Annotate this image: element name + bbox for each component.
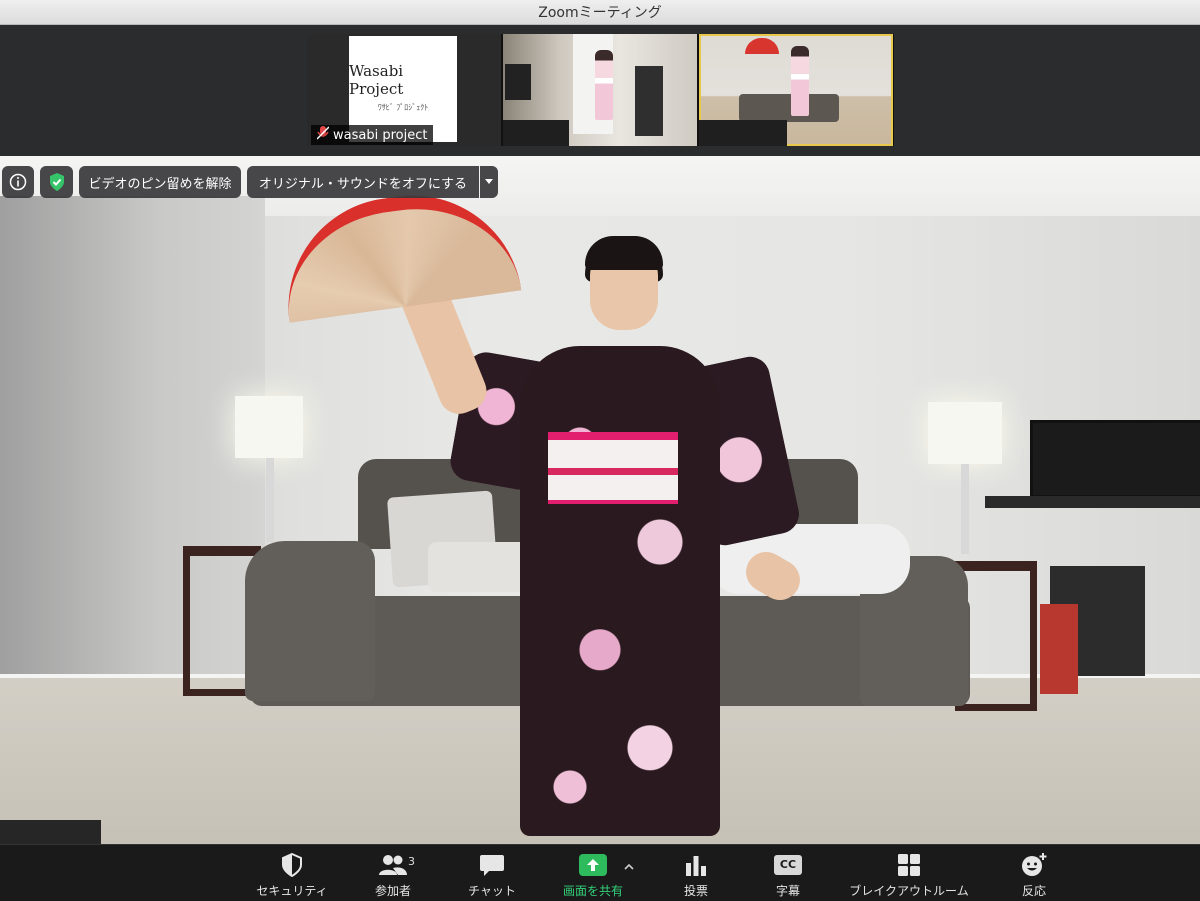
unpin-video-button[interactable]: ビデオのピン留めを解除 xyxy=(79,166,241,198)
shelf-shape xyxy=(635,66,663,136)
security-button[interactable]: セキュリティ xyxy=(252,851,332,899)
participant-thumbnail-wasabi[interactable]: Wasabi Project ﾜｻﾋﾞ ﾌﾟﾛｼﾞｪｸﾄ wasabi proj… xyxy=(307,34,501,146)
shield-icon xyxy=(281,851,303,878)
polls-button[interactable]: 投票 xyxy=(676,851,716,899)
participant-name: wasabi project xyxy=(333,127,428,143)
info-icon xyxy=(9,173,27,191)
participants-icon: 3 xyxy=(378,851,415,878)
bar-chart-icon xyxy=(684,851,708,878)
mic-muted-icon xyxy=(316,126,330,144)
emoji-add-icon xyxy=(1020,851,1048,878)
share-screen-icon xyxy=(579,853,607,876)
participants-count: 3 xyxy=(408,855,415,868)
lamp-right xyxy=(928,402,1002,464)
thumbnail-row: Wasabi Project ﾜｻﾋﾞ ﾌﾟﾛｼﾞｪｸﾄ wasabi proj… xyxy=(307,34,894,146)
cabinet-shape xyxy=(699,120,787,146)
thumbnail-strip: Wasabi Project ﾜｻﾋﾞ ﾌﾟﾛｼﾞｪｸﾄ wasabi proj… xyxy=(0,25,1200,156)
grid-icon xyxy=(897,851,921,878)
participant-thumbnail-2[interactable] xyxy=(503,34,697,146)
chat-icon xyxy=(479,851,505,878)
reactions-button[interactable]: 反応 xyxy=(1014,851,1054,899)
dancer-kimono xyxy=(520,346,720,836)
participant-name-tag: wasabi project xyxy=(311,125,434,145)
tv-shape xyxy=(505,64,531,100)
sofa-mini xyxy=(739,94,839,122)
chat-button[interactable]: チャット xyxy=(462,851,522,899)
meeting-toolbar: セキュリティ 3 参加者 チャット 画面を共有 投票 CC 字幕 ブレイクアウト… xyxy=(0,844,1200,901)
desk xyxy=(985,496,1200,508)
captions-button[interactable]: CC 字幕 xyxy=(770,851,806,899)
dancer-mini xyxy=(791,46,809,116)
window-titlebar: Zoomミーティング xyxy=(0,0,1200,25)
original-sound-dropdown[interactable] xyxy=(480,166,498,198)
lamp-left xyxy=(235,396,303,458)
breakout-rooms-button[interactable]: ブレイクアウトルーム xyxy=(838,851,980,899)
meeting-info-button[interactable] xyxy=(2,166,34,198)
encryption-button[interactable] xyxy=(40,166,73,198)
unpin-video-label: ビデオのピン留めを解除 xyxy=(88,176,232,192)
video-name-label xyxy=(0,820,101,844)
original-sound-button[interactable]: オリジナル・サウンドをオフにする xyxy=(247,166,479,198)
dancer-mini xyxy=(595,50,613,120)
participant-thumbnail-3-active[interactable] xyxy=(699,34,893,146)
window-title: Zoomミーティング xyxy=(538,5,662,21)
fan-mini xyxy=(745,38,779,54)
share-options-chevron-up-icon[interactable] xyxy=(624,859,634,873)
closed-caption-icon: CC xyxy=(774,854,802,875)
chevron-down-icon xyxy=(485,179,493,185)
monitor xyxy=(1030,420,1200,498)
main-video: ビデオのピン留めを解除 オリジナル・サウンドをオフにする xyxy=(0,156,1200,844)
participants-button[interactable]: 3 参加者 xyxy=(368,851,418,899)
cabinet-shape xyxy=(503,120,569,146)
share-screen-button[interactable]: 画面を共有 xyxy=(556,851,630,899)
original-sound-label: オリジナル・サウンドをオフにする xyxy=(258,176,468,192)
shield-check-icon xyxy=(48,172,66,192)
